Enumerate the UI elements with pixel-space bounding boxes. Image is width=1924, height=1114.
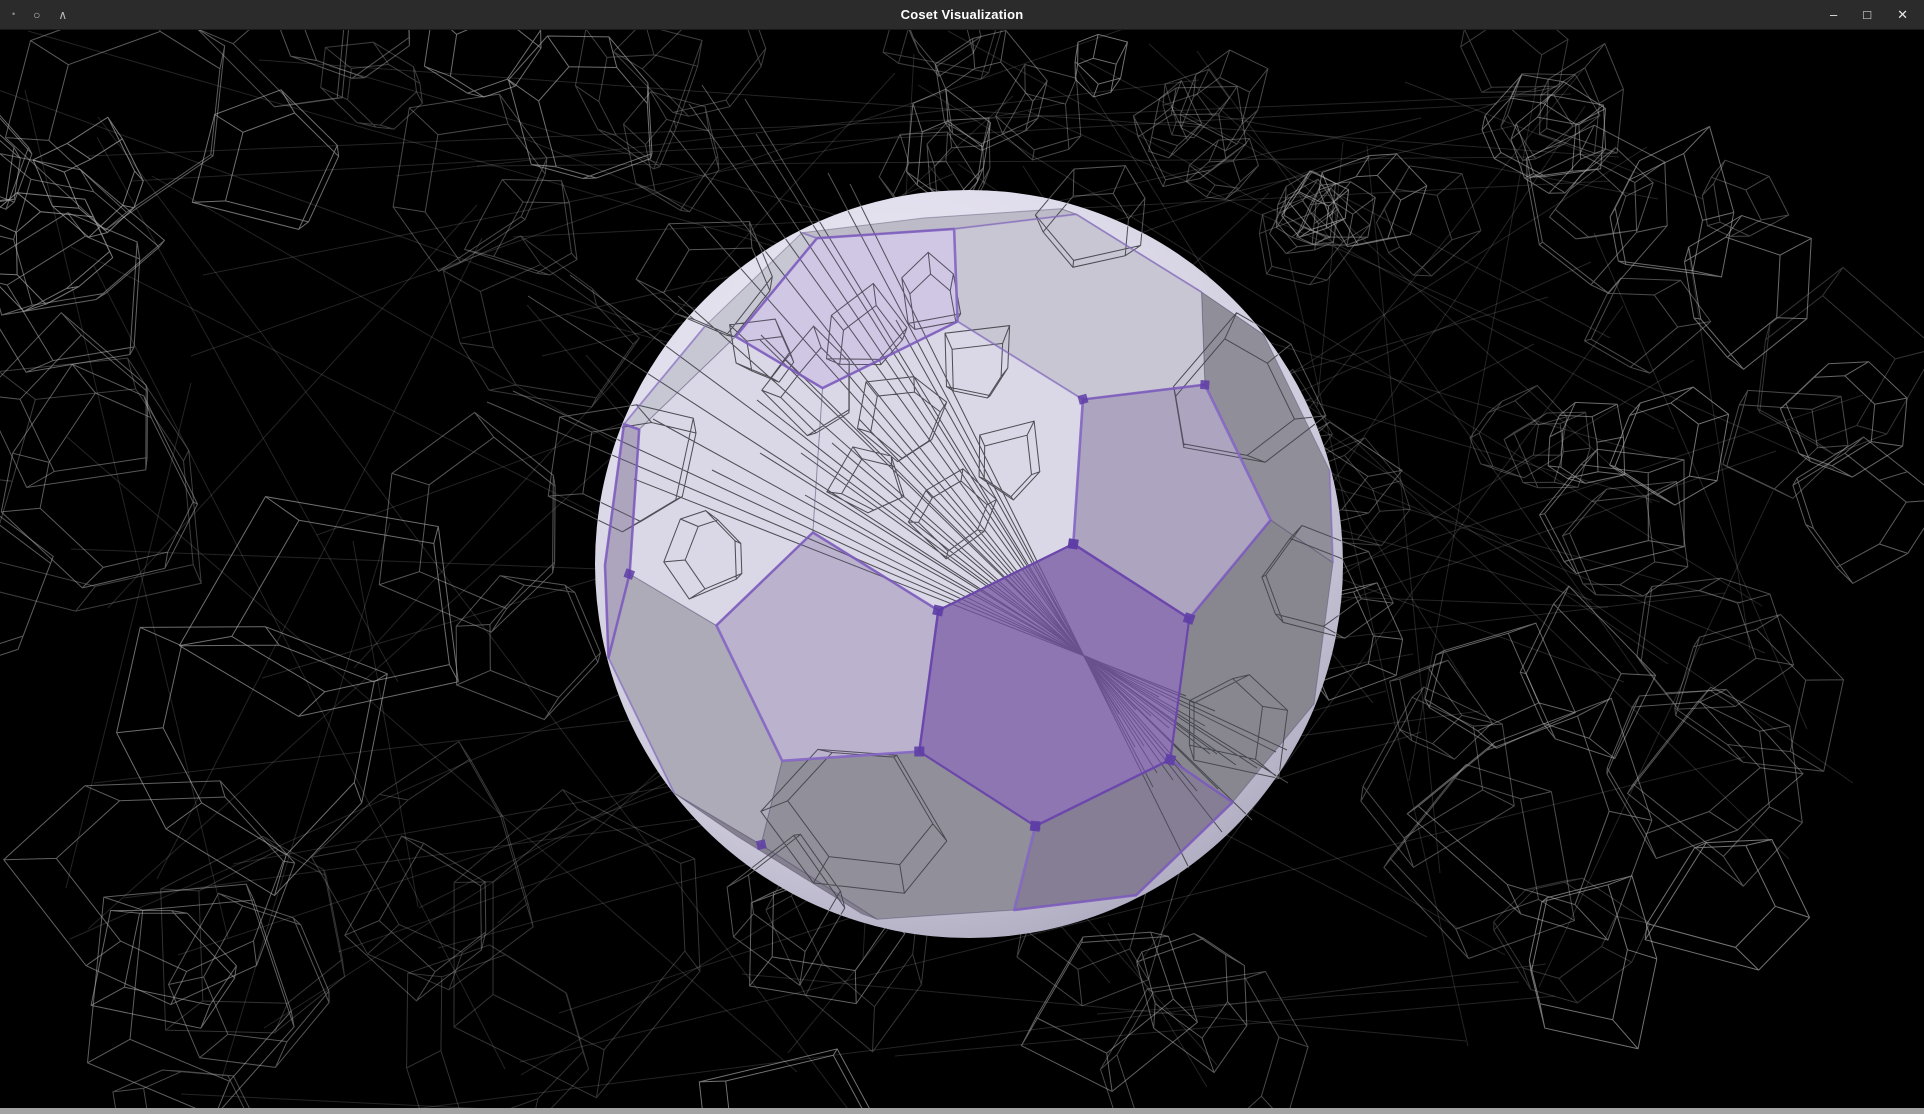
window-bottom-edge <box>0 1108 1924 1114</box>
record-circle-icon[interactable]: ○ <box>33 9 40 21</box>
app-dot-icon: • <box>12 10 15 19</box>
close-button[interactable]: ✕ <box>1897 8 1908 21</box>
titlebar-left-icons: • ○ ∧ <box>12 0 67 29</box>
app-window: • ○ ∧ Coset Visualization – □ ✕ <box>0 0 1924 1114</box>
chevron-up-icon[interactable]: ∧ <box>58 9 67 21</box>
minimize-button[interactable]: – <box>1830 8 1837 21</box>
titlebar[interactable]: • ○ ∧ Coset Visualization – □ ✕ <box>0 0 1924 30</box>
viewport[interactable] <box>0 30 1924 1108</box>
coset-3d-canvas[interactable] <box>0 30 1924 1108</box>
window-controls: – □ ✕ <box>1830 0 1908 29</box>
maximize-button[interactable]: □ <box>1863 8 1871 21</box>
window-title: Coset Visualization <box>901 7 1024 22</box>
